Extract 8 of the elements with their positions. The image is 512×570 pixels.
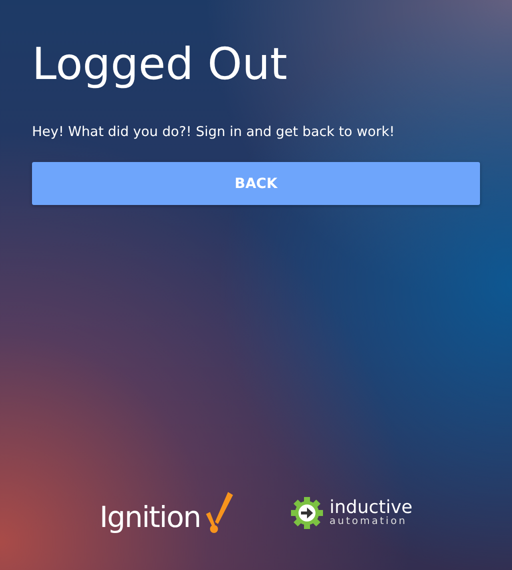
- page-title: Logged Out: [32, 38, 288, 92]
- logo-text: inductive: [330, 499, 412, 517]
- logo-text: Ignition: [100, 500, 200, 534]
- logo-subtext: automation: [330, 517, 408, 527]
- exclamation-icon: [206, 492, 234, 534]
- back-button[interactable]: BACK: [32, 162, 480, 205]
- message-text: Hey! What did you do?! Sign in and get back to work!: [32, 124, 396, 140]
- gear-icon: [290, 496, 324, 530]
